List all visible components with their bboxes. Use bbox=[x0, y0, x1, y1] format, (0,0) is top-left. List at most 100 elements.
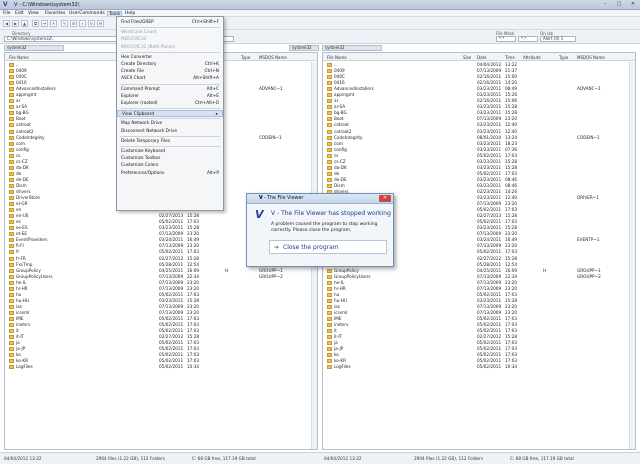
col-size[interactable]: Size bbox=[463, 55, 471, 60]
menu-view[interactable]: View bbox=[28, 11, 39, 16]
folder-icon bbox=[327, 93, 332, 98]
dialog-headline: V - The File Viewer has stopped working bbox=[271, 210, 391, 217]
tools-menu-item[interactable]: Disconnect Network Drive bbox=[117, 128, 223, 135]
close-icon[interactable]: ✕ bbox=[626, 0, 640, 8]
status-bar: 04/04/2012 13:22 2904 files (1.22 GB), 1… bbox=[0, 452, 640, 464]
col-date[interactable]: Date bbox=[477, 55, 487, 60]
tools-menu-item[interactable]: Preferences/Options Alt+P bbox=[117, 170, 223, 177]
refresh-icon[interactable]: ↻ bbox=[88, 20, 95, 27]
tools-menu-item[interactable]: Create File Ctrl+N bbox=[117, 68, 223, 75]
left-pane-tab-2[interactable]: system32 bbox=[289, 45, 319, 51]
maximize-icon[interactable]: □ bbox=[612, 0, 626, 8]
settings-icon[interactable]: ⚙ bbox=[97, 20, 104, 27]
search-icon[interactable]: ⌕ bbox=[79, 20, 86, 27]
forward-icon[interactable]: ▶ bbox=[12, 20, 19, 27]
file-date: 05/02/2011 bbox=[159, 364, 184, 370]
tools-menu-item-label: Customize Colors bbox=[121, 163, 159, 169]
folder-icon bbox=[9, 335, 14, 340]
tools-menu-item[interactable]: View Clipboard ▸ bbox=[117, 110, 223, 118]
view-icon[interactable]: ☰ bbox=[70, 20, 77, 27]
folder-icon bbox=[9, 268, 14, 273]
tools-menu-item-shortcut: Alt+Shift+A bbox=[193, 76, 219, 82]
tools-menu-item-label: MD5/CRC32 bbox=[121, 37, 147, 43]
folder-icon bbox=[327, 347, 332, 352]
col-msdos[interactable]: MSDOS Name bbox=[577, 55, 605, 60]
menu-edit[interactable]: Edit bbox=[15, 11, 24, 16]
folder-icon bbox=[9, 286, 14, 291]
folder-icon bbox=[327, 177, 332, 182]
tools-menu-item[interactable]: Customize Colors bbox=[117, 162, 223, 169]
tools-menu-item[interactable]: Map Network Drive bbox=[117, 120, 223, 127]
folder-icon bbox=[327, 292, 332, 297]
col-file-name[interactable]: File Name bbox=[327, 55, 347, 60]
tools-menu-item[interactable]: Command Prompt Alt+C bbox=[117, 86, 223, 93]
right-pane-tab[interactable]: system32 bbox=[322, 45, 382, 51]
col-type[interactable]: Type bbox=[559, 55, 568, 60]
tools-menu-item[interactable]: Explorer (rooted) Ctrl+Alt+O bbox=[117, 100, 223, 107]
arrow-right-icon: ➔ bbox=[274, 244, 280, 251]
on-lab-select[interactable]: Alert (0) 1 bbox=[540, 36, 576, 42]
file-time: 10:34 bbox=[187, 364, 200, 370]
folder-icon bbox=[9, 105, 14, 110]
folder-icon bbox=[9, 129, 14, 134]
menu-separator bbox=[120, 83, 220, 85]
delete-icon[interactable]: ✕ bbox=[50, 20, 57, 27]
menu-file[interactable]: File bbox=[3, 11, 11, 16]
menu-separator bbox=[120, 27, 220, 29]
folder-icon bbox=[9, 256, 14, 261]
folder-icon bbox=[9, 177, 14, 182]
rename-icon[interactable]: ✎ bbox=[61, 20, 68, 27]
col-msdos[interactable]: MSDOS Name bbox=[259, 55, 287, 60]
tools-menu-item[interactable]: Customize Toolbar bbox=[117, 155, 223, 162]
folder-icon bbox=[9, 81, 14, 86]
file-row[interactable]: LogFiles 05/02/2011 10:34 bbox=[323, 364, 635, 370]
folder-icon bbox=[327, 159, 332, 164]
tools-menu-item[interactable]: Hex Converter bbox=[117, 54, 223, 61]
tools-menu-item-label: Create File bbox=[121, 69, 144, 75]
col-file-name[interactable]: File Name bbox=[9, 55, 29, 60]
folder-icon bbox=[327, 280, 332, 285]
col-time[interactable]: Time bbox=[505, 55, 515, 60]
tools-menu-item[interactable]: Explorer Alt+E bbox=[117, 93, 223, 100]
close-program-button[interactable]: ➔ Close the program bbox=[269, 240, 387, 254]
copy-icon[interactable]: ⧉ bbox=[32, 20, 39, 27]
tools-menu-item[interactable]: Create Directory Ctrl+K bbox=[117, 61, 223, 68]
folder-icon bbox=[327, 304, 332, 309]
tools-menu-item-label: Command Prompt bbox=[121, 86, 160, 92]
folder-icon bbox=[327, 117, 332, 122]
file-name: LogFiles bbox=[334, 364, 351, 370]
col-type[interactable]: Type bbox=[241, 55, 250, 60]
move-icon[interactable]: ➔ bbox=[41, 20, 48, 27]
tools-menu-item: MD5/CRC32 bbox=[117, 36, 223, 43]
folder-icon bbox=[9, 323, 14, 328]
menu-separator bbox=[120, 118, 220, 120]
minimize-icon[interactable]: – bbox=[598, 0, 612, 8]
file-mask-input-2[interactable]: *.* bbox=[518, 36, 538, 42]
folder-icon bbox=[327, 359, 332, 364]
folder-icon bbox=[9, 87, 14, 92]
dialog-close-icon[interactable]: ✕ bbox=[379, 195, 391, 202]
col-attribute[interactable]: Attribute bbox=[523, 55, 541, 60]
folder-icon bbox=[327, 81, 332, 86]
back-icon[interactable]: ◀ bbox=[3, 20, 10, 27]
tools-menu-item[interactable]: Customize Keyboard bbox=[117, 148, 223, 155]
left-pane-tab[interactable]: system32 bbox=[4, 45, 64, 51]
folder-icon bbox=[327, 353, 332, 358]
right-scrollbar[interactable] bbox=[629, 62, 635, 449]
menu-favorites[interactable]: Favorites bbox=[45, 11, 65, 16]
up-icon[interactable]: ▲ bbox=[21, 20, 28, 27]
menu-usercommands[interactable]: UserCommands bbox=[69, 11, 105, 16]
right-column-header: File Name Size Date Time Attribute Type … bbox=[323, 53, 635, 61]
file-time: 10:34 bbox=[505, 364, 518, 370]
tools-menu-item[interactable]: Delete Temporary Files bbox=[117, 138, 223, 145]
folder-icon bbox=[9, 153, 14, 158]
folder-icon bbox=[327, 171, 332, 176]
tools-menu-item-label: Create Directory bbox=[121, 62, 157, 67]
file-mask-input[interactable]: *.* bbox=[496, 36, 516, 42]
tools-menu-item-label: Disconnect Network Drive bbox=[121, 128, 177, 134]
tools-menu-item-shortcut: ▸ bbox=[215, 112, 218, 118]
status-right-count: 2904 files (1.22 GB), 112 Folders bbox=[414, 456, 484, 461]
tools-menu-item[interactable]: Find Files/GREP Ctrl+Shift+F bbox=[117, 19, 223, 26]
file-row[interactable]: LogFiles 05/02/2011 10:34 bbox=[5, 364, 317, 370]
tools-menu-item[interactable]: ASCII Chart Alt+Shift+A bbox=[117, 75, 223, 82]
